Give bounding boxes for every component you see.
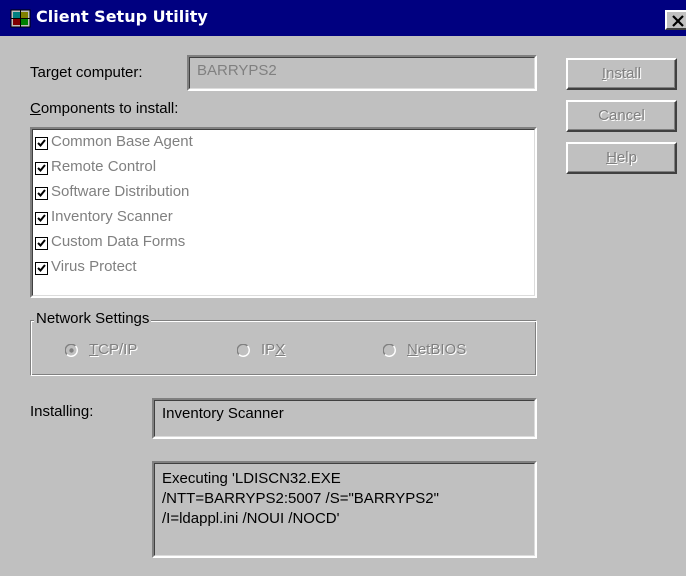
checkmark-icon — [37, 264, 46, 272]
radio-ipx-label: IPX — [261, 341, 286, 358]
target-computer-label: Target computer: — [30, 64, 143, 81]
checkmark-icon — [37, 214, 46, 222]
client-setup-window: Client Setup Utility Target computer: BA… — [0, 0, 686, 576]
software-distribution-checkbox[interactable] — [35, 187, 48, 200]
installing-label: Installing: — [30, 403, 94, 420]
radio-selected-icon — [65, 344, 78, 357]
checkmark-icon — [37, 164, 46, 172]
component-label: Custom Data Forms — [51, 233, 186, 250]
installing-component-value: Inventory Scanner — [162, 405, 284, 422]
inventory-scanner-checkbox[interactable] — [35, 212, 48, 225]
title-bar[interactable]: Client Setup Utility — [0, 0, 686, 36]
components-list[interactable]: Common Base Agent Remote Control Softwar… — [30, 127, 537, 298]
window-title: Client Setup Utility — [36, 7, 208, 26]
network-settings-group: Network Settings TCP/IP IPX NetBIOS — [30, 310, 537, 376]
remote-control-checkbox[interactable] — [35, 162, 48, 175]
checkmark-icon — [37, 139, 46, 147]
target-computer-field[interactable]: BARRYPS2 — [187, 55, 537, 91]
checkmark-icon — [37, 239, 46, 247]
network-settings-legend: Network Settings — [34, 310, 152, 327]
target-computer-value: BARRYPS2 — [197, 62, 277, 79]
setup-app-icon — [10, 8, 31, 29]
radio-tcpip-label: TCP/IP — [89, 341, 138, 358]
install-button[interactable]: Install — [566, 58, 677, 90]
common-base-agent-checkbox[interactable] — [35, 137, 48, 150]
radio-unselected-icon — [237, 344, 250, 357]
help-button[interactable]: Help — [566, 142, 677, 174]
component-label: Inventory Scanner — [51, 208, 173, 225]
checkmark-icon — [37, 189, 46, 197]
component-label: Common Base Agent — [51, 133, 193, 150]
install-log-text: Executing 'LDISCN32.EXE /NTT=BARRYPS2:50… — [162, 470, 439, 527]
custom-data-forms-checkbox[interactable] — [35, 237, 48, 250]
installing-component-field: Inventory Scanner — [152, 398, 537, 439]
install-log-field: Executing 'LDISCN32.EXE /NTT=BARRYPS2:50… — [152, 461, 537, 558]
components-label: Components to install: — [30, 100, 179, 117]
cancel-button[interactable]: Cancel — [566, 100, 677, 132]
radio-netbios-label: NetBIOS — [407, 341, 467, 358]
component-label: Virus Protect — [51, 258, 137, 275]
component-label: Remote Control — [51, 158, 157, 175]
component-label: Software Distribution — [51, 183, 190, 200]
close-icon — [672, 15, 684, 27]
virus-protect-checkbox[interactable] — [35, 262, 48, 275]
close-button[interactable] — [665, 10, 686, 30]
radio-unselected-icon — [383, 344, 396, 357]
